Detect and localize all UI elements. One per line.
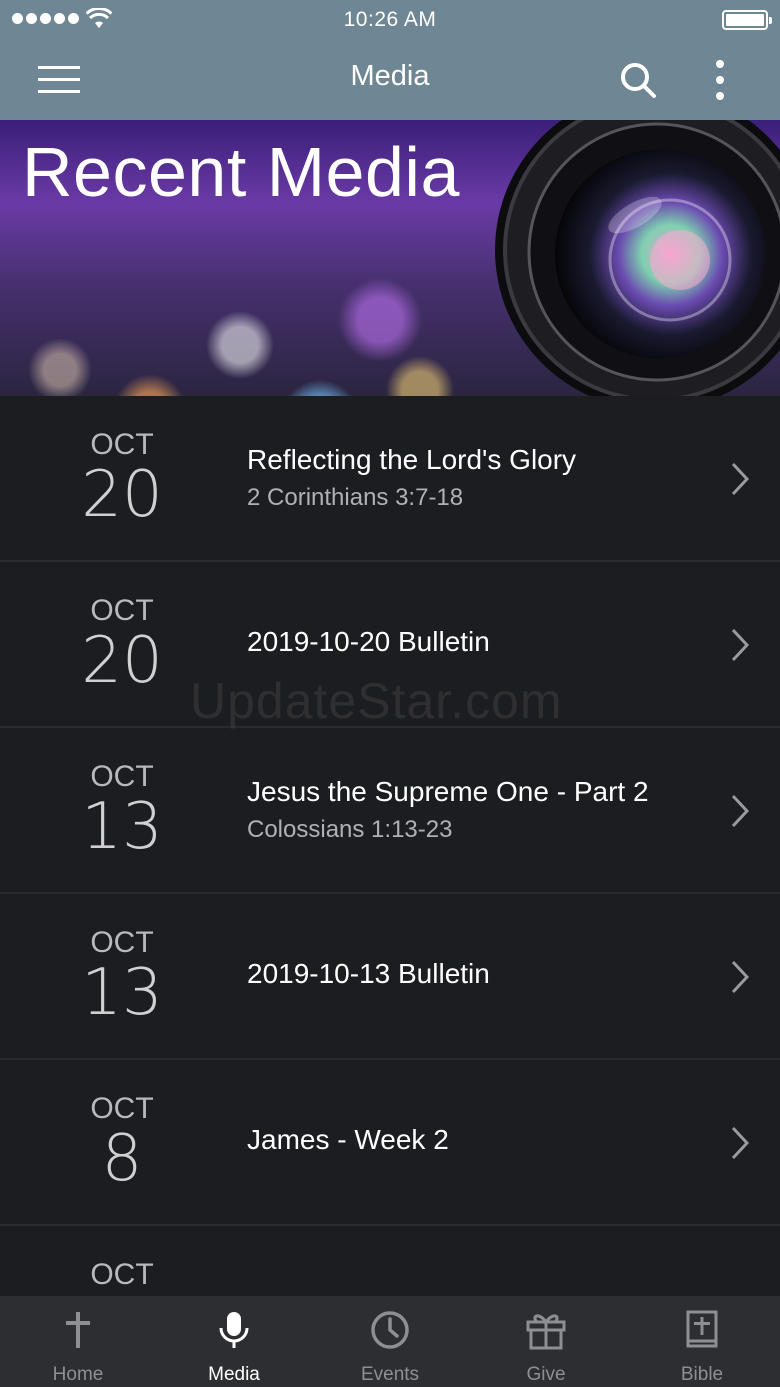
list-item[interactable]: OCT xyxy=(0,1226,780,1296)
search-button[interactable] xyxy=(614,56,662,104)
battery-icon xyxy=(722,10,772,30)
more-options-button[interactable] xyxy=(700,56,740,104)
list-item[interactable]: OCT 13 2019-10-13 Bulletin xyxy=(0,894,780,1060)
chevron-right-icon xyxy=(731,794,750,828)
tab-label: Events xyxy=(360,1364,420,1385)
chevron-right-icon xyxy=(731,462,750,496)
item-title: 2019-10-13 Bulletin xyxy=(247,958,490,989)
list-item[interactable]: OCT 20 Reflecting the Lord's Glory 2 Cor… xyxy=(0,396,780,562)
date-day: 13 xyxy=(81,790,163,864)
gift-icon xyxy=(526,1314,566,1350)
date-day: 13 xyxy=(81,956,163,1030)
cross-icon xyxy=(66,1312,90,1348)
more-vertical-icon xyxy=(716,60,724,100)
item-title: Jesus the Supreme One - Part 2 xyxy=(247,776,649,807)
app-screen: 10:26 AM Media Recent Media OCT 20 Refle… xyxy=(0,0,780,1387)
item-title: 2019-10-20 Bulletin xyxy=(247,626,490,657)
tab-home[interactable]: Home xyxy=(0,1296,156,1387)
tab-label: Bible xyxy=(680,1364,724,1385)
list-item[interactable]: OCT 8 James - Week 2 xyxy=(0,1060,780,1226)
item-info: Jesus the Supreme One - Part 2 Colossian… xyxy=(247,776,707,844)
list-item[interactable]: OCT 13 Jesus the Supreme One - Part 2 Co… xyxy=(0,728,780,894)
status-time: 10:26 AM xyxy=(343,8,437,31)
date-month: OCT xyxy=(90,428,154,461)
item-info: 2019-10-13 Bulletin xyxy=(247,958,707,990)
tab-bible[interactable]: Bible xyxy=(624,1296,780,1387)
page-title: Media xyxy=(350,60,430,92)
tab-bar: Home Media Events Give Bible xyxy=(0,1296,780,1387)
tab-label: Give xyxy=(526,1364,566,1385)
date-month: OCT xyxy=(90,760,154,793)
chevron-right-icon xyxy=(731,628,750,662)
tab-give[interactable]: Give xyxy=(468,1296,624,1387)
tab-label: Home xyxy=(52,1364,104,1385)
top-bar: 10:26 AM Media xyxy=(0,0,780,120)
item-title: James - Week 2 xyxy=(247,1124,449,1155)
item-subtitle: Colossians 1:13-23 xyxy=(247,816,453,843)
chevron-right-icon xyxy=(731,1126,750,1160)
media-list: OCT 20 Reflecting the Lord's Glory 2 Cor… xyxy=(0,396,780,1296)
date-day: 20 xyxy=(81,624,163,698)
date-day: 8 xyxy=(101,1122,143,1196)
search-icon xyxy=(621,63,656,98)
date-month: OCT xyxy=(90,1258,154,1291)
tab-media[interactable]: Media xyxy=(156,1296,312,1387)
item-info: 2019-10-20 Bulletin xyxy=(247,626,707,658)
chevron-right-icon xyxy=(731,960,750,994)
item-info: James - Week 2 xyxy=(247,1124,707,1156)
date-month: OCT xyxy=(90,926,154,959)
microphone-icon xyxy=(219,1312,249,1348)
hero-banner: Recent Media xyxy=(0,120,780,396)
date-month: OCT xyxy=(90,594,154,627)
list-item[interactable]: OCT 20 2019-10-20 Bulletin xyxy=(0,562,780,728)
date-day: 20 xyxy=(81,458,163,532)
date-month: OCT xyxy=(90,1092,154,1125)
tab-label: Media xyxy=(208,1364,260,1385)
clock-icon xyxy=(371,1311,409,1349)
item-title: Reflecting the Lord's Glory xyxy=(247,444,577,475)
tab-events[interactable]: Events xyxy=(312,1296,468,1387)
camera-lens-image xyxy=(495,120,780,396)
status-bar: 10:26 AM xyxy=(0,0,780,40)
hero-title: Recent Media xyxy=(22,133,460,211)
bible-icon xyxy=(686,1310,718,1348)
item-info: Reflecting the Lord's Glory 2 Corinthian… xyxy=(247,444,707,512)
item-subtitle: 2 Corinthians 3:7-18 xyxy=(247,484,464,511)
